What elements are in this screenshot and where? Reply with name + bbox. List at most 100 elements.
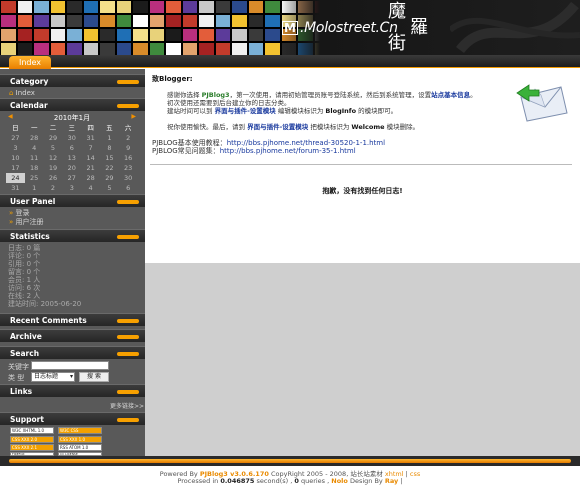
mosaic-tile bbox=[264, 42, 281, 55]
calendar-day[interactable]: 30 bbox=[62, 133, 81, 143]
sidebar-title-links[interactable]: Links bbox=[0, 384, 145, 397]
designer-link-ray[interactable]: Ray bbox=[385, 477, 398, 485]
title-bar-decoration bbox=[117, 418, 139, 422]
mosaic-tile bbox=[115, 42, 132, 55]
calendar-day[interactable]: 6 bbox=[119, 183, 138, 193]
calendar-grid: 日一二三四五六 27 28 29 30 31 1 2 3 4 5 6 7 8 9 10 11 12 13 14 15 16… bbox=[6, 123, 138, 193]
sidebar-title-support[interactable]: Support bbox=[0, 412, 145, 425]
sidebar-title-archive[interactable]: Archive bbox=[0, 329, 145, 342]
logo-mark-icon[interactable]: M bbox=[282, 21, 298, 35]
search-keyword-input[interactable] bbox=[31, 361, 109, 370]
site-settings-link[interactable]: 站点基本信息 bbox=[431, 91, 470, 99]
calendar-day[interactable]: 25 bbox=[25, 173, 44, 183]
mosaic-tile bbox=[0, 42, 17, 55]
calendar-day[interactable]: 11 bbox=[25, 153, 44, 163]
mosaic-tile bbox=[264, 14, 281, 28]
calendar-day[interactable]: 27 bbox=[6, 133, 25, 143]
calendar-day[interactable]: 1 bbox=[100, 133, 119, 143]
calendar-day[interactable]: 5 bbox=[100, 183, 119, 193]
mosaic-tile bbox=[99, 28, 116, 42]
calendar-day[interactable]: 27 bbox=[62, 173, 81, 183]
mosaic-tile bbox=[33, 0, 50, 14]
sidebar-title-user-panel[interactable]: User Panel bbox=[0, 194, 145, 207]
badge-css[interactable]: W3C CSS bbox=[58, 427, 102, 434]
calendar-day[interactable]: 15 bbox=[100, 153, 119, 163]
calendar-day[interactable]: 20 bbox=[62, 163, 81, 173]
sidebar-item-index[interactable]: ⌂ Index bbox=[9, 89, 35, 97]
mosaic-tile bbox=[66, 42, 83, 55]
calendar-day[interactable]: 9 bbox=[119, 143, 138, 153]
search-title: Search bbox=[10, 349, 40, 358]
calendar-prev-icon[interactable]: ◀ bbox=[8, 113, 13, 120]
sidebar-title-recent-comments[interactable]: Recent Comments bbox=[0, 313, 145, 326]
calendar-day[interactable]: 26 bbox=[44, 173, 63, 183]
mosaic-tile bbox=[99, 14, 116, 28]
footer-line-2: Processed in 0.046875 second(s) , 0 quer… bbox=[0, 477, 580, 485]
calendar-day[interactable]: 3 bbox=[62, 183, 81, 193]
mosaic-tile bbox=[33, 28, 50, 42]
calendar-day[interactable]: 13 bbox=[62, 153, 81, 163]
calendar-next-icon[interactable]: ▶ bbox=[131, 113, 136, 120]
mosaic-tile bbox=[49, 28, 66, 42]
search-type-select[interactable]: 日志标题 bbox=[31, 372, 75, 382]
archive-title: Archive bbox=[10, 332, 42, 341]
calendar-day[interactable]: 30 bbox=[119, 173, 138, 183]
calendar-day[interactable]: 4 bbox=[25, 143, 44, 153]
calendar-day[interactable]: 24 bbox=[6, 173, 25, 183]
calendar-day[interactable]: 4 bbox=[81, 183, 100, 193]
calendar-day[interactable]: 23 bbox=[119, 163, 138, 173]
home-icon: ⌂ bbox=[9, 89, 16, 97]
mosaic-tile bbox=[49, 42, 66, 55]
register-link[interactable]: » 用户注册 bbox=[9, 217, 44, 227]
calendar-day[interactable]: 12 bbox=[44, 153, 63, 163]
designer-link-nolo[interactable]: Nolo bbox=[331, 477, 348, 485]
calendar-day[interactable]: 17 bbox=[6, 163, 25, 173]
calendar-day[interactable]: 2 bbox=[119, 133, 138, 143]
mosaic-tile bbox=[66, 14, 83, 28]
title-bar-decoration bbox=[117, 390, 139, 394]
calendar-day[interactable]: 3 bbox=[6, 143, 25, 153]
calendar-day[interactable]: 19 bbox=[44, 163, 63, 173]
calendar-day[interactable]: 28 bbox=[25, 133, 44, 143]
sidebar-title-category[interactable]: Category bbox=[0, 74, 145, 87]
badge-css-2[interactable]: CSS XXX 2.0 bbox=[10, 436, 54, 443]
calendar-day[interactable]: 28 bbox=[81, 173, 100, 183]
badge-rss[interactable]: RSS ATOM 1.0 bbox=[58, 444, 102, 451]
search-button[interactable]: 搜 索 bbox=[79, 372, 109, 382]
nav-tab-index[interactable]: Index bbox=[9, 56, 51, 69]
header-swirl-graphic bbox=[450, 1, 580, 54]
mosaic-tile bbox=[16, 0, 33, 14]
module-settings-link-2[interactable]: 界面与插件-设置模块 bbox=[247, 123, 308, 131]
no-entries-message: 抱歉，没有找到任何日志! bbox=[322, 187, 403, 195]
calendar-day[interactable]: 16 bbox=[119, 153, 138, 163]
calendar-day[interactable]: 5 bbox=[44, 143, 63, 153]
calendar-day[interactable]: 31 bbox=[6, 183, 25, 193]
site-logo-text[interactable]: .Molostreet.Cn bbox=[300, 20, 398, 36]
text: 模块删除。 bbox=[384, 123, 420, 131]
mosaic-tile bbox=[132, 28, 149, 42]
content-divider bbox=[150, 164, 572, 165]
badge-xhtml[interactable]: W3C XHTML 1.0 bbox=[10, 427, 54, 434]
calendar-day[interactable]: 6 bbox=[62, 143, 81, 153]
calendar-day[interactable]: 21 bbox=[81, 163, 100, 173]
sidebar-title-calendar[interactable]: Calendar bbox=[0, 98, 145, 111]
calendar-day[interactable]: 29 bbox=[100, 173, 119, 183]
mosaic-tile bbox=[181, 14, 198, 28]
sidebar-title-statistics[interactable]: Statistics bbox=[0, 229, 145, 242]
calendar-day[interactable]: 2 bbox=[44, 183, 63, 193]
calendar-day[interactable]: 22 bbox=[100, 163, 119, 173]
badge-css-21[interactable]: CSS XXX 2.1 bbox=[10, 444, 54, 451]
faq-link[interactable]: http://bbs.pjhome.net/forum-35-1.html bbox=[220, 147, 356, 155]
calendar-day[interactable]: 8 bbox=[100, 143, 119, 153]
calendar-day[interactable]: 18 bbox=[25, 163, 44, 173]
more-links-link[interactable]: 更多链接>> bbox=[110, 401, 144, 410]
calendar-day[interactable]: 29 bbox=[44, 133, 63, 143]
calendar-day[interactable]: 1 bbox=[25, 183, 44, 193]
calendar-day[interactable]: 7 bbox=[81, 143, 100, 153]
module-settings-link[interactable]: 界面与插件-设置模块 bbox=[215, 107, 276, 115]
badge-css-1[interactable]: CSS XXX 1.0 bbox=[58, 436, 102, 443]
calendar-day[interactable]: 14 bbox=[81, 153, 100, 163]
calendar-day[interactable]: 31 bbox=[81, 133, 100, 143]
calendar-day[interactable]: 10 bbox=[6, 153, 25, 163]
sidebar-title-search[interactable]: Search bbox=[0, 346, 145, 359]
